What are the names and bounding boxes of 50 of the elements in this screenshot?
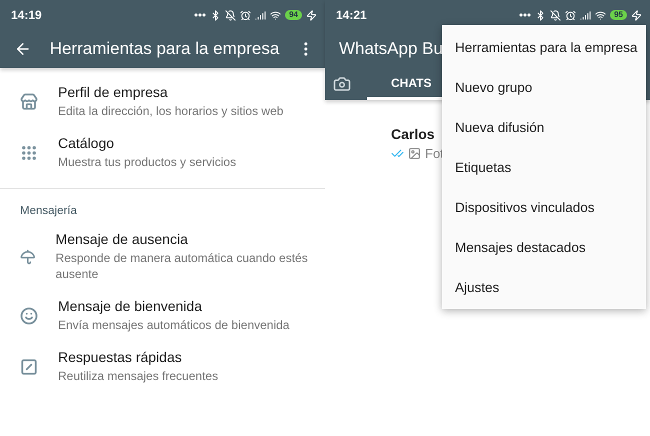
menu-item[interactable]: Nueva difusión xyxy=(442,107,646,147)
alarm-icon xyxy=(240,10,252,20)
row-subtitle: Muestra tus productos y servicios xyxy=(58,154,236,170)
umbrella-icon xyxy=(20,248,36,266)
signal-icon xyxy=(255,10,266,20)
menu-item[interactable]: Dispositivos vinculados xyxy=(442,187,646,227)
settings-row[interactable]: Perfil de empresa Edita la dirección, los horarios y sitios web xyxy=(0,76,325,127)
status-time: 14:21 xyxy=(336,8,368,22)
wifi-icon xyxy=(270,10,282,20)
status-time: 14:19 xyxy=(11,8,43,22)
wifi-icon xyxy=(595,10,606,20)
battery-level: 94 xyxy=(285,10,302,20)
settings-row[interactable]: Mensaje de bienvenida Envía mensajes automáticos de bienvenida xyxy=(0,290,325,341)
section-header: Mensajería xyxy=(19,204,78,219)
battery-level: 95 xyxy=(610,10,627,20)
grid-icon xyxy=(20,144,38,162)
more-dots-icon xyxy=(194,13,206,17)
menu-item[interactable]: Ajustes xyxy=(442,267,646,307)
image-icon xyxy=(408,147,421,160)
row-title: Catálogo xyxy=(58,135,116,151)
double-check-icon xyxy=(391,147,404,160)
menu-item[interactable]: Mensajes destacados xyxy=(442,227,646,267)
row-subtitle: Responde de manera automática cuando estés ausente xyxy=(56,250,309,282)
charging-icon xyxy=(631,10,642,20)
slash-square-icon xyxy=(20,358,38,376)
charging-icon xyxy=(306,10,317,20)
menu-item[interactable]: Etiquetas xyxy=(442,147,646,187)
row-subtitle: Edita la dirección, los horarios y sitios web xyxy=(58,103,284,119)
app-title: WhatsApp Bu xyxy=(339,39,443,59)
bell-off-icon xyxy=(550,10,562,20)
row-title: Mensaje de bienvenida xyxy=(58,298,203,314)
settings-row[interactable]: Catálogo Muestra tus productos y servicios xyxy=(0,127,325,178)
alarm-icon xyxy=(565,10,576,20)
settings-row[interactable]: Respuestas rápidas Reutiliza mensajes frecuentes xyxy=(0,341,325,392)
camera-icon[interactable] xyxy=(333,75,351,93)
more-dots-icon xyxy=(519,13,532,17)
menu-item[interactable]: Herramientas para la empresa xyxy=(442,27,646,67)
store-icon xyxy=(20,92,38,110)
row-subtitle: Envía mensajes automáticos de bienvenida xyxy=(58,317,290,333)
settings-row[interactable]: Mensaje de ausencia Responde de manera automática cuando estés ausente xyxy=(0,223,325,290)
bell-off-icon xyxy=(225,10,236,20)
row-title: Mensaje de ausencia xyxy=(56,231,189,247)
screen-title: Herramientas para la empresa xyxy=(50,39,280,59)
row-title: Respuestas rápidas xyxy=(58,349,183,365)
bluetooth-icon xyxy=(210,10,222,20)
smile-icon xyxy=(20,306,38,324)
row-subtitle: Reutiliza mensajes frecuentes xyxy=(58,368,218,384)
signal-icon xyxy=(580,10,592,20)
row-title: Perfil de empresa xyxy=(58,84,169,100)
bluetooth-icon xyxy=(535,10,546,20)
